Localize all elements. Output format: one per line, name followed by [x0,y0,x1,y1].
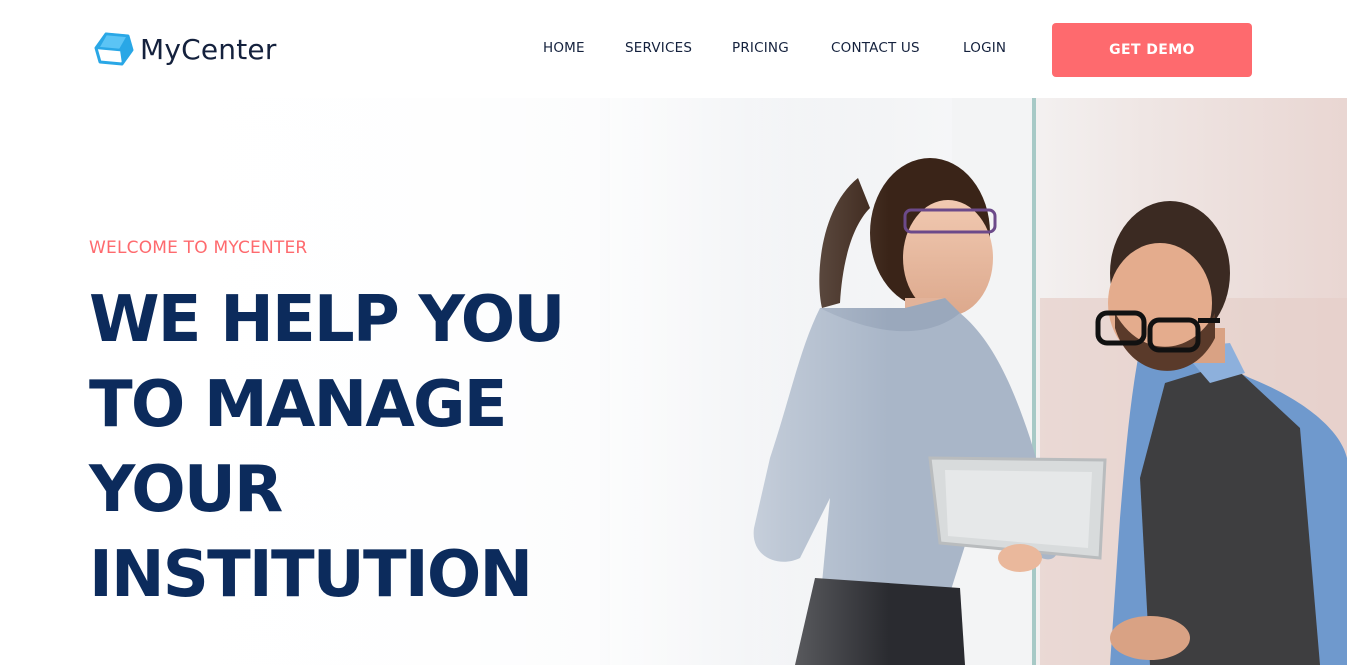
hero-headline: WE HELP YOU TO MANAGE YOUR INSTITUTION [89,278,565,618]
brand-logo[interactable]: MyCenter [94,30,277,68]
nav-home[interactable]: HOME [543,40,585,56]
headline-line-4: INSTITUTION [89,538,533,612]
headline-line-1: WE HELP YOU [89,283,565,357]
hero-section: WELCOME TO MYCENTER WE HELP YOU TO MANAG… [0,98,1347,665]
hero-eyebrow: WELCOME TO MYCENTER [89,238,308,258]
nav-login[interactable]: LOGIN [963,40,1006,56]
nav-contact-us[interactable]: CONTACT US [831,40,920,56]
nav-services[interactable]: SERVICES [625,40,692,56]
brand-name: MyCenter [140,32,277,66]
cube-logo-icon [94,32,134,66]
nav-pricing[interactable]: PRICING [732,40,789,56]
site-header: MyCenter HOME SERVICES PRICING CONTACT U… [0,0,1347,98]
headline-line-3: YOUR [89,453,283,527]
hero-text-block: WELCOME TO MYCENTER WE HELP YOU TO MANAG… [89,238,565,618]
headline-line-2: TO MANAGE [89,368,508,442]
get-demo-button[interactable]: GET DEMO [1052,23,1252,77]
